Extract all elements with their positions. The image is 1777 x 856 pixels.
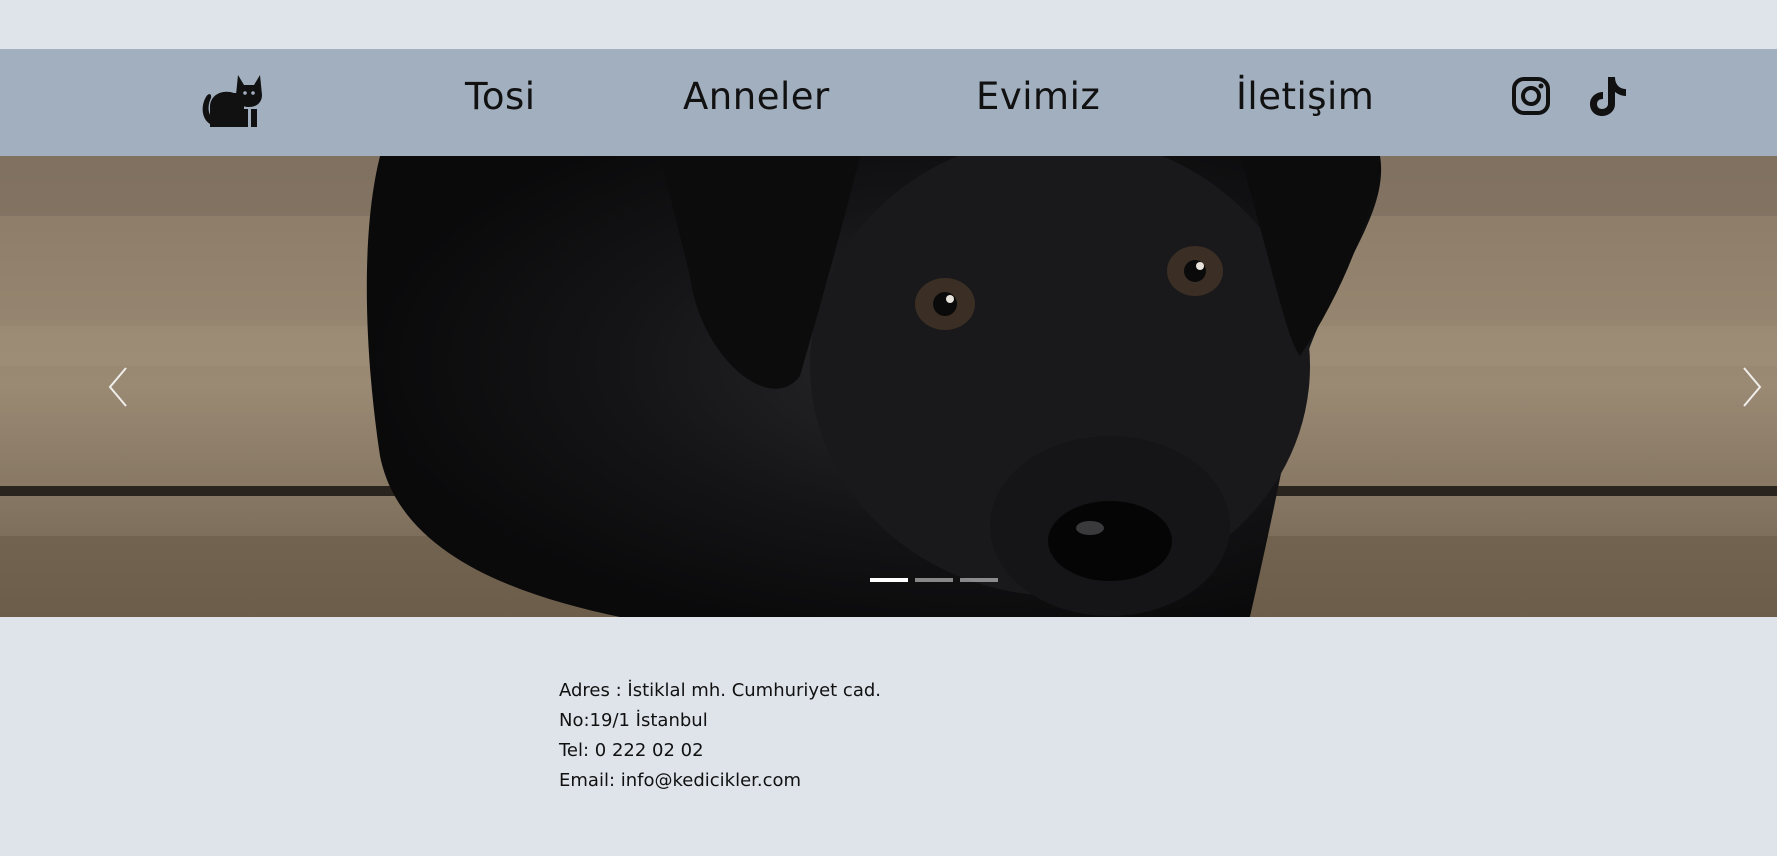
hero-photo	[0, 156, 1777, 617]
contact-email: Email: info@kedicikler.com	[559, 770, 802, 791]
nav-link-anneler[interactable]: Anneler	[683, 75, 830, 119]
carousel-indicators	[868, 578, 1002, 584]
carousel-indicator-2[interactable]	[915, 578, 953, 582]
nav-link-tosi[interactable]: Tosi	[465, 75, 536, 119]
page-top-spacer	[0, 0, 1777, 49]
nav-link-evimiz[interactable]: Evimiz	[976, 75, 1100, 119]
chevron-right-icon[interactable]	[1736, 364, 1766, 410]
contact-info: Adres : İstiklal mh. Cumhuriyet cad. No:…	[559, 676, 1159, 796]
hero-carousel	[0, 156, 1777, 617]
contact-address-line2: No:19/1 İstanbul	[559, 710, 708, 731]
chevron-left-icon[interactable]	[104, 364, 134, 410]
navbar: Tosi Anneler Evimiz İletişim	[0, 49, 1777, 156]
carousel-indicator-3[interactable]	[960, 578, 998, 582]
nav-link-iletisim[interactable]: İletişim	[1236, 75, 1374, 119]
instagram-icon[interactable]	[1510, 74, 1552, 118]
cat-icon[interactable]	[200, 71, 264, 129]
carousel-indicator-1[interactable]	[870, 578, 908, 582]
tiktok-icon[interactable]	[1588, 74, 1630, 118]
contact-address-line1: Adres : İstiklal mh. Cumhuriyet cad.	[559, 680, 882, 701]
contact-phone: Tel: 0 222 02 02	[559, 740, 704, 761]
